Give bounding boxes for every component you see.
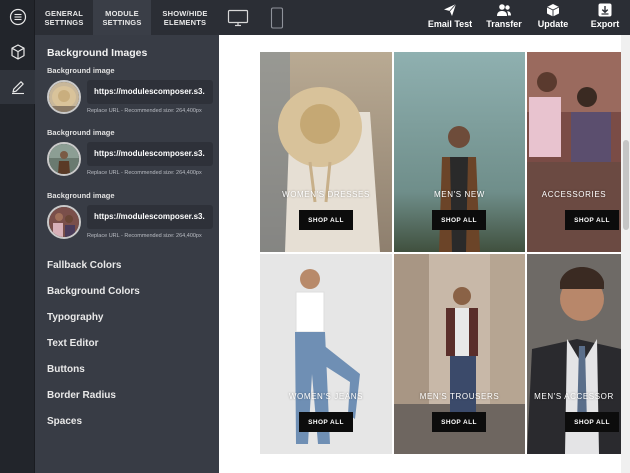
tile-caption: ACCESSORIES bbox=[541, 190, 607, 199]
transfer-label: Transfer bbox=[486, 19, 522, 29]
mobile-view-button[interactable] bbox=[269, 6, 285, 29]
desktop-icon bbox=[227, 9, 249, 26]
tile-caption: MEN'S ACCESSOR bbox=[534, 392, 614, 401]
image-hint: Replace URL - Recommended size: 264,400p… bbox=[87, 108, 202, 114]
category-tile-womens-dresses[interactable]: WOMEN'S DRESSES SHOP ALL bbox=[260, 52, 392, 252]
email-preview: WOMEN'S DRESSES SHOP ALL MEN'S NEW SHOP … bbox=[219, 35, 621, 473]
image-label: Background image bbox=[47, 128, 115, 137]
image-url-input[interactable]: https://modulescomposer.s3. bbox=[87, 205, 213, 229]
image-url-input[interactable]: https://modulescomposer.s3. bbox=[87, 80, 213, 104]
menu-icon bbox=[9, 8, 26, 26]
mobile-icon bbox=[270, 6, 284, 29]
top-bar: GENERAL SETTINGS MODULE SETTINGS SHOW/HIDE… bbox=[35, 0, 630, 35]
image-thumbnail[interactable] bbox=[47, 205, 81, 239]
update-button[interactable]: Update bbox=[533, 3, 573, 33]
send-icon bbox=[444, 3, 457, 16]
category-tile-mens-accessories[interactable]: MEN'S ACCESSOR SHOP ALL bbox=[527, 254, 621, 454]
man-thumbnail bbox=[49, 144, 79, 174]
menu-button[interactable] bbox=[0, 0, 35, 34]
category-tile-mens-trousers[interactable]: MEN'S TROUSERS SHOP ALL bbox=[394, 254, 525, 454]
email-test-button[interactable]: Email Test bbox=[425, 3, 475, 33]
tab-label: ELEMENTS bbox=[163, 17, 207, 27]
women-thumbnail bbox=[49, 207, 79, 237]
menu-spaces[interactable]: Spaces bbox=[47, 416, 82, 427]
cube-icon bbox=[10, 44, 25, 60]
tile-caption: WOMEN'S DRESSES bbox=[282, 190, 370, 199]
tab-module-settings[interactable]: MODULE SETTINGS bbox=[93, 0, 151, 35]
image-thumbnail[interactable] bbox=[47, 80, 81, 114]
shop-all-button[interactable]: SHOP ALL bbox=[299, 210, 353, 230]
image-hint: Replace URL - Recommended size: 264,400p… bbox=[87, 233, 202, 239]
image-thumbnail[interactable] bbox=[47, 142, 81, 176]
category-tile-mens-new[interactable]: MEN'S NEW SHOP ALL bbox=[394, 52, 525, 252]
tile-caption: WOMEN'S JEANS bbox=[288, 392, 364, 401]
image-row: https://modulescomposer.s3. Replace URL … bbox=[47, 140, 213, 180]
preview-canvas: WOMEN'S DRESSES SHOP ALL MEN'S NEW SHOP … bbox=[219, 35, 630, 473]
image-hint: Replace URL - Recommended size: 264,400p… bbox=[87, 170, 202, 176]
category-tile-accessories[interactable]: ACCESSORIES SHOP ALL bbox=[527, 52, 621, 252]
users-icon bbox=[497, 4, 511, 16]
image-row: https://modulescomposer.s3. Replace URL … bbox=[47, 203, 213, 243]
email-test-label: Email Test bbox=[427, 19, 473, 29]
shop-all-button[interactable]: SHOP ALL bbox=[432, 210, 486, 230]
image-label: Background image bbox=[47, 191, 115, 200]
download-icon bbox=[598, 3, 612, 17]
tile-caption: MEN'S NEW bbox=[434, 190, 485, 199]
shop-all-button[interactable]: SHOP ALL bbox=[565, 412, 619, 432]
hat-thumbnail bbox=[49, 82, 79, 112]
settings-panel: Background Images Background image https… bbox=[35, 35, 219, 473]
desktop-view-button[interactable] bbox=[225, 6, 251, 29]
menu-fallback-colors[interactable]: Fallback Colors bbox=[47, 260, 121, 271]
menu-text-editor[interactable]: Text Editor bbox=[47, 338, 98, 349]
image-url-input[interactable]: https://modulescomposer.s3. bbox=[87, 142, 213, 166]
shop-all-button[interactable]: SHOP ALL bbox=[432, 412, 486, 432]
tab-label: GENERAL bbox=[44, 8, 84, 18]
menu-background-colors[interactable]: Background Colors bbox=[47, 286, 140, 297]
modules-button[interactable] bbox=[0, 35, 35, 69]
tab-label: SETTINGS bbox=[102, 17, 142, 27]
tab-label: SHOW/HIDE bbox=[162, 8, 208, 18]
tab-label: MODULE bbox=[105, 8, 139, 18]
menu-typography[interactable]: Typography bbox=[47, 312, 103, 323]
tab-general-settings[interactable]: GENERAL SETTINGS bbox=[35, 0, 93, 35]
category-tile-womens-jeans[interactable]: WOMEN'S JEANS SHOP ALL bbox=[260, 254, 392, 454]
preview-scrollbar[interactable] bbox=[621, 35, 630, 473]
image-row: https://modulescomposer.s3. Replace URL … bbox=[47, 78, 213, 118]
tile-caption: MEN'S TROUSERS bbox=[419, 392, 500, 401]
menu-border-radius[interactable]: Border Radius bbox=[47, 390, 116, 401]
section-title: Background Images bbox=[47, 47, 148, 59]
transfer-button[interactable]: Transfer bbox=[482, 3, 526, 33]
tab-label: SETTINGS bbox=[44, 17, 84, 27]
menu-buttons[interactable]: Buttons bbox=[47, 364, 85, 375]
image-label: Background image bbox=[47, 66, 115, 75]
left-rail bbox=[0, 0, 35, 473]
shop-all-button[interactable]: SHOP ALL bbox=[565, 210, 619, 230]
edit-button[interactable] bbox=[0, 70, 35, 104]
export-label: Export bbox=[590, 19, 620, 29]
export-button[interactable]: Export bbox=[583, 3, 627, 33]
tab-show-hide-elements[interactable]: SHOW/HIDE ELEMENTS bbox=[151, 0, 219, 35]
scrollbar-thumb[interactable] bbox=[623, 140, 629, 230]
shop-all-button[interactable]: SHOP ALL bbox=[299, 412, 353, 432]
box-icon bbox=[546, 4, 560, 17]
update-label: Update bbox=[537, 19, 569, 29]
pencil-icon bbox=[11, 81, 24, 95]
